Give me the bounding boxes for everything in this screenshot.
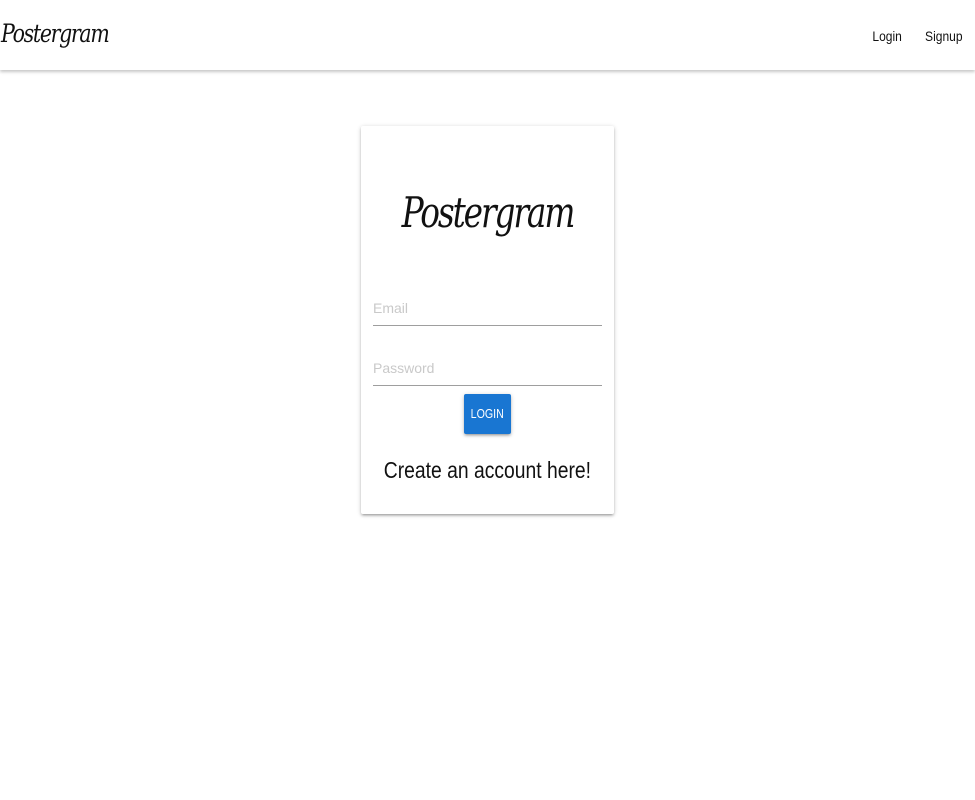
login-card-logo: Postergram xyxy=(401,188,576,237)
create-account-link[interactable]: Create an account here! xyxy=(361,455,614,485)
login-button-label: LOGIN xyxy=(470,406,505,421)
header-logo[interactable]: Postergram xyxy=(1,17,110,51)
login-card: Postergram LOGIN Create an account here! xyxy=(361,126,614,514)
password-input[interactable] xyxy=(373,351,602,385)
header-nav-links: Login Signup xyxy=(870,27,966,45)
header-login-link[interactable]: Login xyxy=(873,27,902,45)
password-field-container xyxy=(373,351,602,386)
email-field-container xyxy=(373,291,602,326)
login-button[interactable]: LOGIN xyxy=(464,394,511,434)
header-signup-link[interactable]: Signup xyxy=(925,27,962,45)
create-account-link-label: Create an account here! xyxy=(383,457,592,483)
top-navigation: Postergram Login Signup xyxy=(0,0,975,70)
email-input[interactable] xyxy=(373,291,602,325)
